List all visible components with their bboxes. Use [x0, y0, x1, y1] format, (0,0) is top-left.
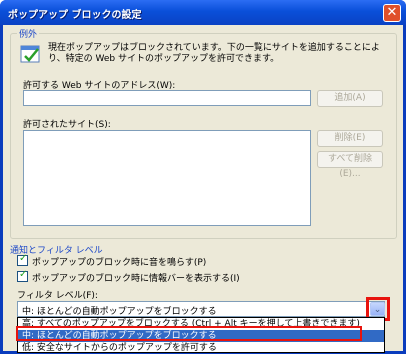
sound-checkbox[interactable]: ✓ — [17, 253, 28, 266]
checkmark-icon: ✓ — [19, 269, 28, 280]
exceptions-legend: 例外 — [17, 27, 40, 40]
remove-button[interactable]: 削除(E) — [317, 130, 383, 147]
infobar-label[interactable]: ポップアップのブロック時に情報バーを表示する(I) — [32, 271, 240, 284]
popup-info-icon — [20, 43, 42, 65]
remove-all-button[interactable]: すべて削除(E)... — [317, 151, 383, 179]
filter-level-select[interactable]: 中: ほとんどの自動ポップアップをブロックする — [17, 301, 385, 317]
filter-option-low[interactable]: 低: 安全なサイトからのポップアップを許可する — [18, 342, 384, 354]
window-title: ポップアップ ブロックの設定 — [8, 10, 142, 21]
dialog-window: ポップアップ ブロックの設定 ✕ 例外 現在ポップアップはブロックされています。… — [0, 0, 406, 354]
close-button[interactable]: ✕ — [383, 4, 401, 22]
checkmark-icon: ✓ — [19, 253, 28, 264]
exceptions-group: 例外 現在ポップアップはブロックされています。下の一覧にサイトを追加することによ… — [10, 27, 397, 239]
allowed-sites-list[interactable] — [23, 130, 311, 226]
filter-level-label: フィルタ レベル(F): — [17, 291, 98, 301]
allowed-sites-label: 許可されたサイト(S): — [23, 120, 111, 130]
infobar-checkbox[interactable]: ✓ — [17, 269, 28, 282]
title-bar[interactable]: ポップアップ ブロックの設定 ✕ — [0, 0, 406, 25]
exceptions-description: 現在ポップアップはブロックされています。下の一覧にサイトを追加することにより、特… — [48, 43, 380, 64]
filter-level-value: 中: ほとんどの自動ポップアップをブロックする — [22, 307, 217, 317]
selected-option-highlight-outline — [16, 326, 362, 341]
add-button[interactable]: 追加(A) — [317, 90, 383, 107]
sound-label[interactable]: ポップアップのブロック時に音を鳴らす(P) — [32, 255, 206, 268]
dialog-client: 例外 現在ポップアップはブロックされています。下の一覧にサイトを追加することによ… — [3, 25, 403, 354]
address-input[interactable] — [23, 90, 311, 106]
